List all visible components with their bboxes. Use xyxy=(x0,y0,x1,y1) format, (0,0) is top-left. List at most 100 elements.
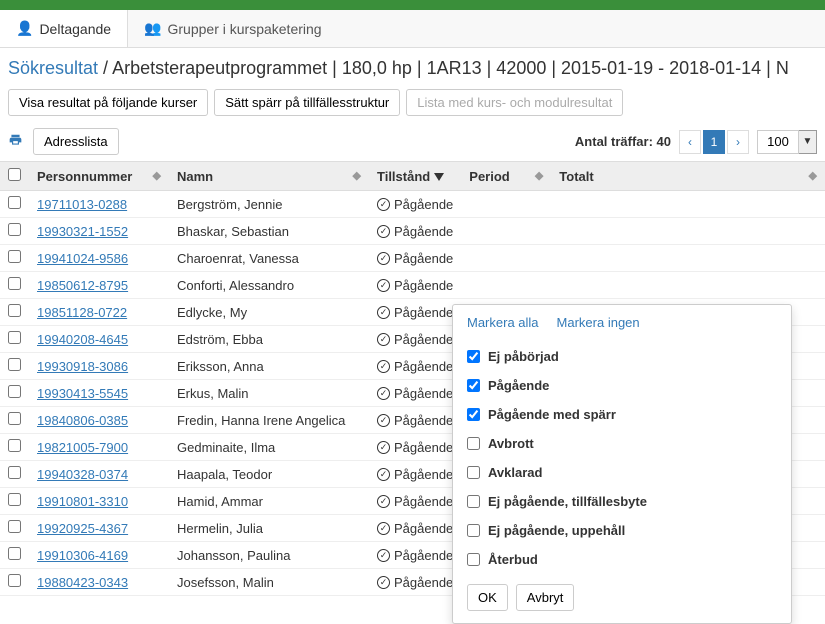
col-pnr[interactable]: Personnummer◆ xyxy=(29,162,169,191)
row-checkbox[interactable] xyxy=(8,196,21,209)
filter-checkbox[interactable] xyxy=(467,495,480,508)
select-all-link[interactable]: Markera alla xyxy=(467,315,539,330)
col-name[interactable]: Namn◆ xyxy=(169,162,369,191)
row-checkbox[interactable] xyxy=(8,304,21,317)
status-ongoing-icon: ✓ xyxy=(377,468,390,481)
pnr-link[interactable]: 19711013-0288 xyxy=(37,197,127,212)
filter-option[interactable]: Avklarad xyxy=(467,458,777,487)
status-ongoing-icon: ✓ xyxy=(377,495,390,508)
filter-checkbox[interactable] xyxy=(467,379,480,392)
tab-groups[interactable]: 👥 Grupper i kurspaketering xyxy=(128,10,338,47)
col-select-all xyxy=(0,162,29,191)
pnr-link[interactable]: 19910801-3310 xyxy=(37,494,128,509)
pnr-link[interactable]: 19930918-3086 xyxy=(37,359,128,374)
pager-page[interactable]: 1 xyxy=(703,130,725,154)
row-checkbox[interactable] xyxy=(8,574,21,587)
pnr-link[interactable]: 19910306-4169 xyxy=(37,548,128,563)
status-ongoing-icon: ✓ xyxy=(377,549,390,562)
row-status: ✓Pågående xyxy=(377,521,453,536)
status-ongoing-icon: ✓ xyxy=(377,333,390,346)
pnr-link[interactable]: 19840806-0385 xyxy=(37,413,128,428)
filter-option[interactable]: Pågående med spärr xyxy=(467,400,777,429)
pnr-link[interactable]: 19851128-0722 xyxy=(37,305,127,320)
row-name: Haapala, Teodor xyxy=(177,467,272,482)
address-list-button[interactable]: Adresslista xyxy=(33,128,119,155)
table-row: 19941024-9586 Charoenrat, Vanessa ✓Pågåend… xyxy=(0,245,825,272)
table-row: 19711013-0288Bergström, Jennie✓Pågående xyxy=(0,191,825,218)
pager-prev[interactable]: ‹ xyxy=(679,130,701,154)
filter-option-label: Ej påbörjad xyxy=(488,349,559,364)
print-icon[interactable] xyxy=(8,133,23,151)
users-icon: 👥 xyxy=(144,20,161,37)
pnr-link[interactable]: 19940328-0374 xyxy=(37,467,128,482)
status-ongoing-icon: ✓ xyxy=(377,387,390,400)
col-period[interactable]: Period◆ xyxy=(461,162,551,191)
sort-icon: ◆ xyxy=(535,169,543,182)
filter-option[interactable]: Ej pågående, tillfällesbyte xyxy=(467,487,777,516)
row-name: Gedminaite, Ilma xyxy=(177,440,275,455)
row-checkbox[interactable] xyxy=(8,250,21,263)
row-status: ✓Pågående xyxy=(377,305,453,320)
filter-option[interactable]: Pågående xyxy=(467,371,777,400)
hits-label: Antal träffar: 40 xyxy=(575,134,671,149)
row-checkbox[interactable] xyxy=(8,385,21,398)
row-name: Eriksson, Anna xyxy=(177,359,264,374)
filter-checkbox[interactable] xyxy=(467,524,480,537)
filter-option[interactable]: Ej pågående, uppehåll xyxy=(467,516,777,545)
status-ongoing-icon: ✓ xyxy=(377,306,390,319)
pnr-link[interactable]: 19930321-1552 xyxy=(37,224,128,239)
row-name: Hamid, Ammar xyxy=(177,494,263,509)
row-checkbox[interactable] xyxy=(8,493,21,506)
pagesize-dropdown[interactable]: ▼ xyxy=(799,130,817,154)
filter-option[interactable]: Återbud xyxy=(467,545,777,574)
row-checkbox[interactable] xyxy=(8,439,21,452)
col-total[interactable]: Totalt◆ xyxy=(551,162,825,191)
filter-option-label: Avbrott xyxy=(488,436,534,451)
row-checkbox[interactable] xyxy=(8,331,21,344)
row-checkbox[interactable] xyxy=(8,547,21,560)
pnr-link[interactable]: 19941024-9586 xyxy=(37,251,128,266)
row-checkbox[interactable] xyxy=(8,223,21,236)
row-name: Bergström, Jennie xyxy=(177,197,283,212)
row-status: ✓Pågående xyxy=(377,440,453,455)
filter-checkbox[interactable] xyxy=(467,466,480,479)
pnr-link[interactable]: 19850612-8795 xyxy=(37,278,128,293)
pnr-link[interactable]: 19821005-7900 xyxy=(37,440,128,455)
select-all-checkbox[interactable] xyxy=(8,168,21,181)
pnr-link[interactable]: 19940208-4645 xyxy=(37,332,128,347)
row-checkbox[interactable] xyxy=(8,412,21,425)
col-status[interactable]: Tillstånd xyxy=(369,162,461,191)
filter-checkbox[interactable] xyxy=(467,437,480,450)
filter-ok-button[interactable]: OK xyxy=(467,584,508,611)
filter-checkbox[interactable] xyxy=(467,350,480,363)
filter-icon[interactable] xyxy=(434,173,444,181)
tab-participation[interactable]: 👤 Deltagande xyxy=(0,10,128,47)
row-checkbox[interactable] xyxy=(8,277,21,290)
pagesize-input[interactable] xyxy=(757,130,799,154)
select-none-link[interactable]: Markera ingen xyxy=(557,315,640,330)
sort-icon: ◆ xyxy=(153,169,161,182)
status-ongoing-icon: ✓ xyxy=(377,576,390,589)
row-status: ✓Pågående xyxy=(377,359,453,374)
row-checkbox[interactable] xyxy=(8,466,21,479)
pnr-link[interactable]: 19920925-4367 xyxy=(37,521,128,536)
row-name: Josefsson, Malin xyxy=(177,575,274,590)
pnr-link[interactable]: 19930413-5545 xyxy=(37,386,128,401)
filter-checkbox[interactable] xyxy=(467,553,480,566)
row-checkbox[interactable] xyxy=(8,358,21,371)
row-status: ✓Pågående xyxy=(377,251,453,266)
filter-checkbox[interactable] xyxy=(467,408,480,421)
pager-next[interactable]: › xyxy=(727,130,749,154)
list-results-button[interactable]: Lista med kurs- och modulresultat xyxy=(406,89,623,116)
filter-cancel-button[interactable]: Avbryt xyxy=(516,584,575,611)
status-filter-popover: Markera alla Markera ingen Ej påbörjad På… xyxy=(452,304,792,624)
breadcrumb-link[interactable]: Sökresultat xyxy=(8,58,98,78)
pnr-link[interactable]: 19880423-0343 xyxy=(37,575,128,590)
filter-option[interactable]: Avbrott xyxy=(467,429,777,458)
row-name: Charoenrat, Vanessa xyxy=(177,251,299,266)
filter-option[interactable]: Ej påbörjad xyxy=(467,342,777,371)
row-status: ✓Pågående xyxy=(377,386,453,401)
set-block-button[interactable]: Sätt spärr på tillfällesstruktur xyxy=(214,89,400,116)
show-courses-button[interactable]: Visa resultat på följande kurser xyxy=(8,89,208,116)
row-name: Johansson, Paulina xyxy=(177,548,290,563)
